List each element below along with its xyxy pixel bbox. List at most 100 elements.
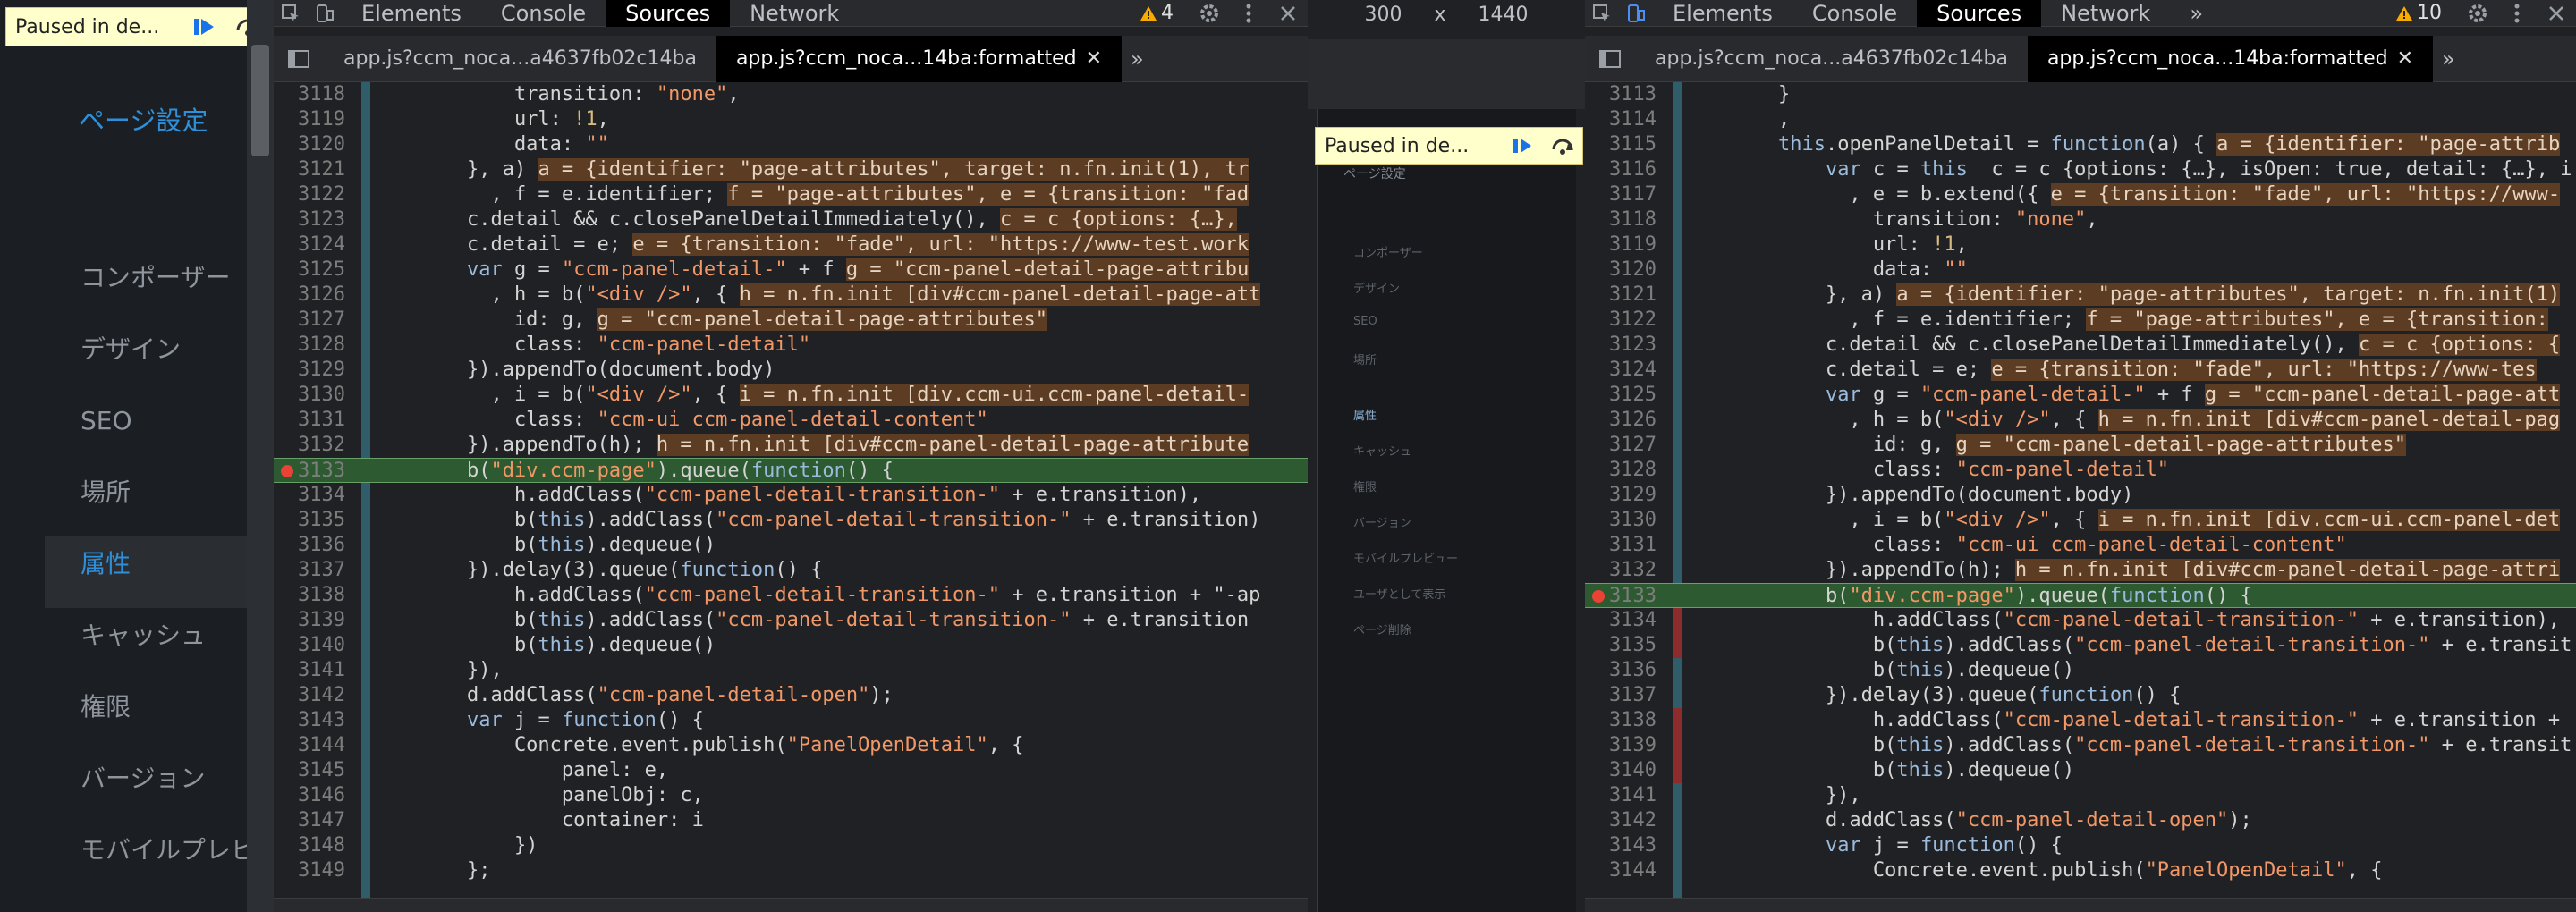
line-number[interactable]: 3113 xyxy=(1585,82,1657,107)
code-line[interactable]: 3143 var j = function() { xyxy=(1585,833,2576,858)
line-number[interactable]: 3132 xyxy=(274,433,345,458)
code-line[interactable]: 3116 var c = this c = c {options: {…}, i… xyxy=(1585,157,2576,182)
device-toggle-icon[interactable] xyxy=(308,0,342,27)
line-number[interactable]: 3124 xyxy=(1585,358,1657,383)
device-height[interactable]: 1440 xyxy=(1479,4,1529,26)
code-line[interactable]: 3128 class: "ccm-panel-detail" xyxy=(1585,458,2576,483)
code-line[interactable]: 3137 }).delay(3).queue(function() { xyxy=(274,558,1308,583)
code-line[interactable]: 3126 , h = b("<div />", { h = n.fn.init … xyxy=(274,283,1308,308)
line-number[interactable]: 3125 xyxy=(1585,383,1657,408)
more-tabs-chevron-icon[interactable]: » xyxy=(2170,0,2223,27)
code-line[interactable]: 3130 , i = b("<div />", { i = n.fn.init … xyxy=(274,383,1308,408)
line-number[interactable]: 3131 xyxy=(1585,533,1657,558)
code-line[interactable]: 3129 }).appendTo(document.body) xyxy=(274,358,1308,383)
code-line[interactable]: 3122 , f = e.identifier; f = "page-attri… xyxy=(274,182,1308,207)
line-number[interactable]: 3129 xyxy=(1585,483,1657,508)
cms-scroll-thumb[interactable] xyxy=(251,45,269,156)
code-line[interactable]: 3138 h.addClass("ccm-panel-detail-transi… xyxy=(1585,708,2576,733)
code-line[interactable]: 3120 data: "" xyxy=(1585,258,2576,283)
line-number[interactable]: 3131 xyxy=(274,408,345,433)
code-line[interactable]: 3125 var g = "ccm-panel-detail-" + f g =… xyxy=(274,258,1308,283)
cms-nav-item[interactable]: モバイルプレビ xyxy=(0,823,274,894)
code-line[interactable]: 3121 }, a) a = {identifier: "page-attrib… xyxy=(1585,283,2576,308)
line-number[interactable]: 3114 xyxy=(1585,107,1657,132)
code-line[interactable]: 3137 }).delay(3).queue(function() { xyxy=(1585,683,2576,708)
line-number[interactable]: 3135 xyxy=(274,508,345,533)
line-number[interactable]: 3127 xyxy=(274,308,345,333)
mini-step-over-button[interactable] xyxy=(1543,128,1582,164)
line-number[interactable]: 3136 xyxy=(274,533,345,558)
tab-sources[interactable]: Sources xyxy=(1917,0,2042,27)
code-line[interactable]: 3131 class: "ccm-ui ccm-panel-detail-con… xyxy=(1585,533,2576,558)
code-line[interactable]: 3139 b(this).addClass("ccm-panel-detail-… xyxy=(274,608,1308,633)
code-line[interactable]: 3117 , e = b.extend({ e = {transition: "… xyxy=(1585,182,2576,207)
cms-nav-item[interactable]: SEO xyxy=(0,393,274,465)
line-number[interactable]: 3149 xyxy=(274,858,345,883)
line-number[interactable]: 3141 xyxy=(1585,783,1657,808)
line-number[interactable]: 3146 xyxy=(274,783,345,808)
line-number[interactable]: 3125 xyxy=(274,258,345,283)
line-number[interactable]: 3142 xyxy=(274,683,345,708)
file-tab-app-js[interactable]: app.js?ccm_noca...a4637fb02c14ba xyxy=(1635,36,2028,82)
line-number[interactable]: 3144 xyxy=(274,733,345,758)
code-line[interactable]: 3134 h.addClass("ccm-panel-detail-transi… xyxy=(274,483,1308,508)
line-number[interactable]: 3140 xyxy=(1585,758,1657,783)
line-number[interactable]: 3129 xyxy=(274,358,345,383)
line-number[interactable]: 3119 xyxy=(1585,232,1657,258)
code-line[interactable]: 3132 }).appendTo(h); h = n.fn.init [div#… xyxy=(1585,558,2576,583)
code-line[interactable]: 3119 url: !1, xyxy=(1585,232,2576,258)
close-devtools-button[interactable] xyxy=(2537,0,2576,27)
device-width[interactable]: 300 xyxy=(1364,4,1402,26)
line-number[interactable]: 3127 xyxy=(1585,433,1657,458)
code-editor[interactable]: 3113 } 3114 , 3115 this.openPanelDetail = … xyxy=(1585,82,2576,898)
code-line[interactable]: 3118 transition: "none", xyxy=(1585,207,2576,232)
line-number[interactable]: 3123 xyxy=(1585,333,1657,358)
line-number[interactable]: 3148 xyxy=(274,833,345,858)
code-line[interactable]: 3134 h.addClass("ccm-panel-detail-transi… xyxy=(1585,608,2576,633)
line-number[interactable]: 3128 xyxy=(274,333,345,358)
line-number[interactable]: 3132 xyxy=(1585,558,1657,583)
code-editor[interactable]: 3118 transition: "none", 3119 url: !1, 312… xyxy=(274,82,1308,898)
line-number[interactable]: 3141 xyxy=(274,658,345,683)
code-line[interactable]: 3123 c.detail && c.closePanelDetailImmed… xyxy=(1585,333,2576,358)
code-line[interactable]: 3125 var g = "ccm-panel-detail-" + f g =… xyxy=(1585,383,2576,408)
line-number[interactable]: 3118 xyxy=(1585,207,1657,232)
code-line[interactable]: 3131 class: "ccm-ui ccm-panel-detail-con… xyxy=(274,408,1308,433)
code-line[interactable]: 3113 } xyxy=(1585,82,2576,107)
inspect-icon[interactable] xyxy=(1585,0,1619,27)
code-line[interactable]: 3121 }, a) a = {identifier: "page-attrib… xyxy=(274,157,1308,182)
line-number[interactable]: 3115 xyxy=(1585,132,1657,157)
cms-nav-item[interactable]: 権限 xyxy=(0,680,274,751)
cms-nav-item[interactable]: 属性 xyxy=(45,536,274,608)
line-number[interactable]: 3117 xyxy=(1585,182,1657,207)
code-line[interactable]: 3114 , xyxy=(1585,107,2576,132)
line-number[interactable]: 3140 xyxy=(274,633,345,658)
code-line[interactable]: 3129 }).appendTo(document.body) xyxy=(1585,483,2576,508)
code-line[interactable]: 3141 }), xyxy=(274,658,1308,683)
code-line[interactable]: 3146 panelObj: c, xyxy=(274,783,1308,808)
inspect-icon[interactable] xyxy=(274,0,308,27)
code-line[interactable]: 3142 d.addClass("ccm-panel-detail-open")… xyxy=(1585,808,2576,833)
tab-network[interactable]: Network xyxy=(2041,0,2170,27)
code-line[interactable]: 3127 id: g, g = "ccm-panel-detail-page-a… xyxy=(1585,433,2576,458)
code-line[interactable]: 3133 b("div.ccm-page").queue(function() … xyxy=(1585,583,2576,608)
code-line[interactable]: 3127 id: g, g = "ccm-panel-detail-page-a… xyxy=(274,308,1308,333)
line-number[interactable]: 3130 xyxy=(274,383,345,408)
code-line[interactable]: 3141 }), xyxy=(1585,783,2576,808)
code-line[interactable]: 3147 container: i xyxy=(274,808,1308,833)
close-devtools-button[interactable] xyxy=(1268,0,1308,27)
code-line[interactable]: 3126 , h = b("<div />", { h = n.fn.init … xyxy=(1585,408,2576,433)
code-line[interactable]: 3140 b(this).dequeue() xyxy=(274,633,1308,658)
device-toggle-icon[interactable] xyxy=(1619,0,1653,27)
device-viewport[interactable]: コンポーザー デザイン SEO 場所 属性 キャッシュ 権限 バージョン モバイルプレビュー ユー… xyxy=(1317,109,1576,912)
line-number[interactable]: 3134 xyxy=(274,483,345,508)
tab-console[interactable]: Console xyxy=(1792,0,1917,27)
line-number[interactable]: 3121 xyxy=(274,157,345,182)
code-line[interactable]: 3122 , f = e.identifier; f = "page-attri… xyxy=(1585,308,2576,333)
code-line[interactable]: 3148 }) xyxy=(274,833,1308,858)
tab-network[interactable]: Network xyxy=(730,0,859,27)
file-tab-app-js-formatted[interactable]: app.js?ccm_noca...14ba:formatted ✕ xyxy=(2027,35,2434,82)
settings-gear-button[interactable] xyxy=(1190,0,1229,27)
line-number[interactable]: 3144 xyxy=(1585,858,1657,883)
code-line[interactable]: 3139 b(this).addClass("ccm-panel-detail-… xyxy=(1585,733,2576,758)
